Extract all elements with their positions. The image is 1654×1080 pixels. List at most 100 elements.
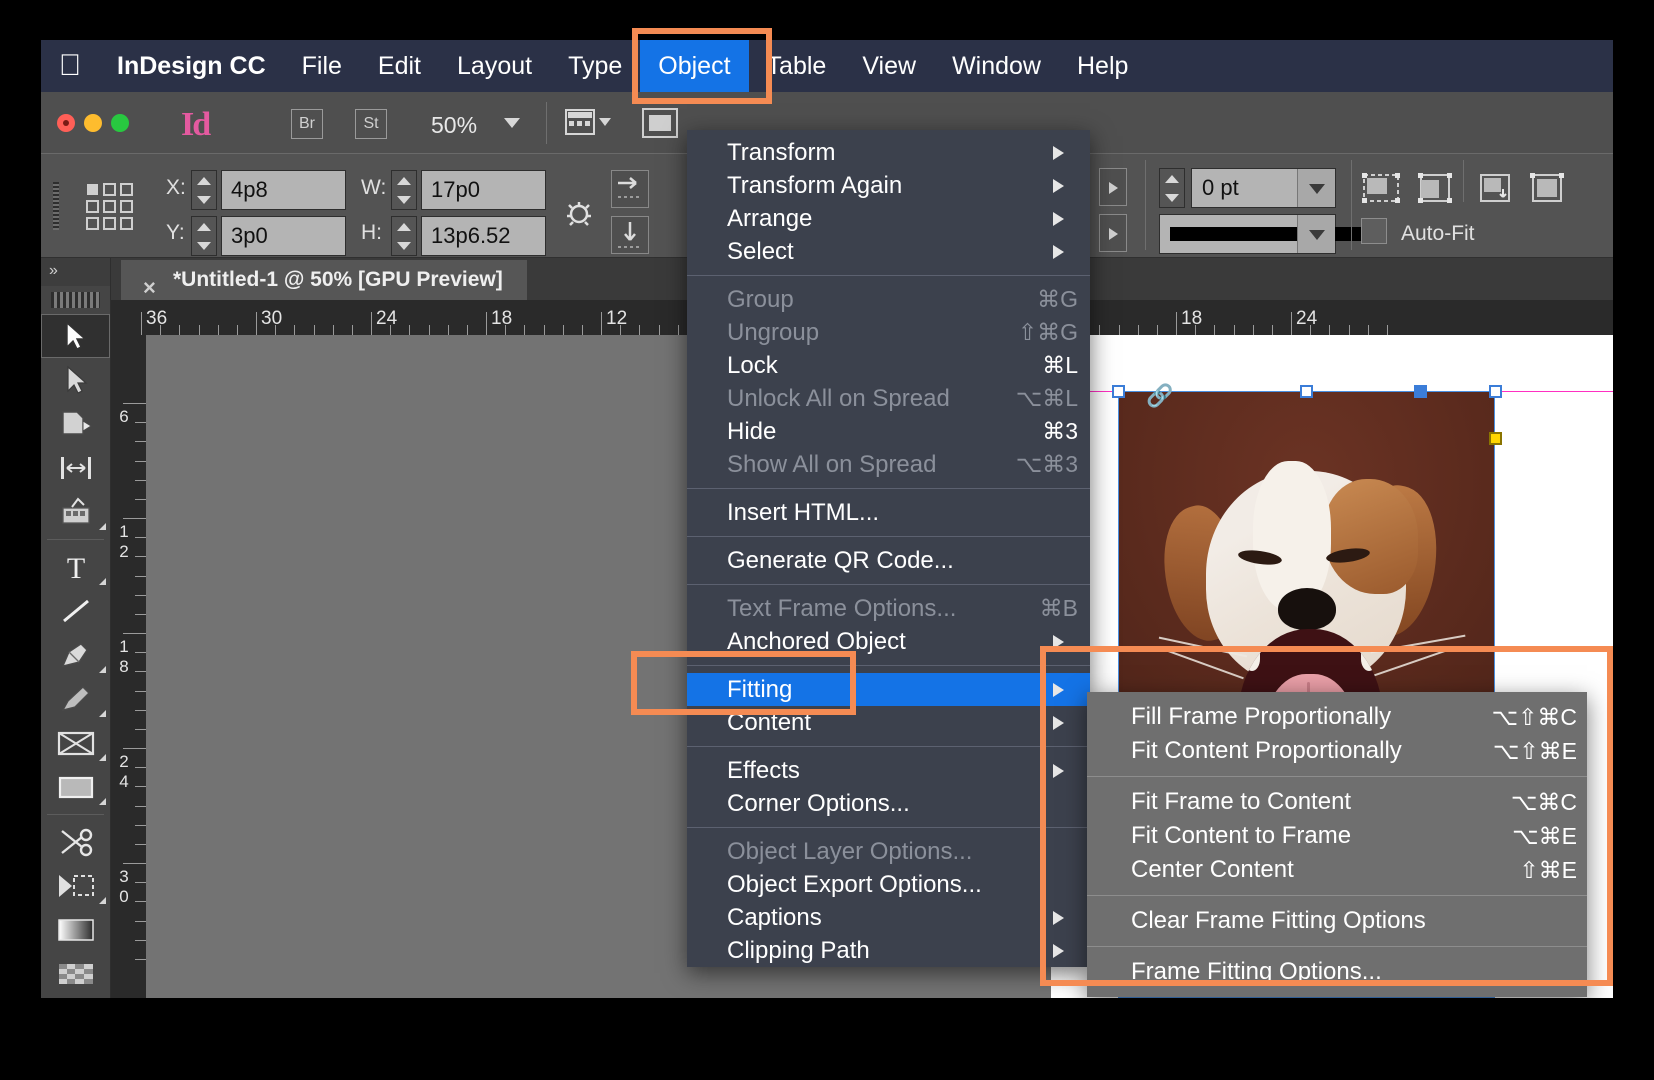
flip-horizontal-icon[interactable] <box>611 170 649 208</box>
fit-content-to-frame-icon[interactable] <box>1528 172 1568 204</box>
tools-panel-gripper[interactable] <box>51 292 100 308</box>
flip-vertical-icon[interactable] <box>611 216 649 254</box>
tool-flyout-indicator-icon[interactable] <box>99 523 106 530</box>
apple-logo-icon[interactable]:  <box>41 51 99 81</box>
chevron-down-icon[interactable] <box>1297 215 1335 253</box>
fitting-item-fit-content-to-frame[interactable]: Fit Content to Frame ⌥⌘E <box>1087 819 1587 853</box>
zoom-dropdown-caret-icon[interactable] <box>504 118 520 128</box>
stroke-style-dropdown[interactable] <box>1159 214 1370 254</box>
w-field[interactable]: 17p0 <box>421 170 546 210</box>
object-menu-item-corner-options[interactable]: Corner Options... <box>687 787 1090 820</box>
reference-point-selector[interactable] <box>85 182 135 232</box>
menu-help[interactable]: Help <box>1059 40 1146 92</box>
object-menu-item-hide[interactable]: Hide ⌘3 <box>687 415 1090 448</box>
object-menu-item-generate-qr-code[interactable]: Generate QR Code... <box>687 544 1090 577</box>
document-tab[interactable]: × *Untitled-1 @ 50% [GPU Preview] <box>121 260 527 300</box>
menu-layout[interactable]: Layout <box>439 40 550 92</box>
object-menu-item-captions[interactable]: Captions <box>687 901 1090 934</box>
stroke-weight-stepper[interactable] <box>1159 168 1185 208</box>
tool-page-tool[interactable] <box>41 402 110 446</box>
x-stepper[interactable] <box>191 170 217 210</box>
tool-direct-selection[interactable] <box>41 358 110 402</box>
object-menu-item-anchored-object[interactable]: Anchored Object <box>687 625 1090 658</box>
chevron-down-icon[interactable] <box>1297 169 1335 207</box>
menu-object[interactable]: Object <box>640 40 749 92</box>
screen-mode-icon[interactable] <box>565 106 611 140</box>
vertical-ruler[interactable]: 6 1 2 1 8 2 4 3 0 <box>111 335 146 998</box>
tool-free-transform[interactable] <box>41 864 110 908</box>
constrain-proportions-icon[interactable] <box>561 194 597 235</box>
tool-gradient-feather[interactable] <box>41 952 110 996</box>
tool-note[interactable] <box>41 996 110 998</box>
fitting-item-frame-fitting-options[interactable]: Frame Fitting Options... <box>1087 955 1587 989</box>
tools-collapse-button[interactable]: » <box>41 258 110 286</box>
tool-gradient-swatch[interactable] <box>41 908 110 952</box>
object-menu-item-object-export-options[interactable]: Object Export Options... <box>687 868 1090 901</box>
stroke-swatch-menu-button[interactable] <box>1099 214 1127 252</box>
tool-flyout-indicator-icon[interactable] <box>99 710 106 717</box>
tool-flyout-indicator-icon[interactable] <box>99 897 106 904</box>
tool-flyout-indicator-icon[interactable] <box>99 754 106 761</box>
tool-scissors[interactable] <box>41 820 110 864</box>
object-menu-item-transform[interactable]: Transform <box>687 136 1090 169</box>
object-menu-item-arrange[interactable]: Arrange <box>687 202 1090 235</box>
object-menu-item-content[interactable]: Content <box>687 706 1090 739</box>
frame-preview-icon[interactable] <box>641 106 687 140</box>
fitting-submenu[interactable]: Fill Frame Proportionally ⌥⇧⌘C Fit Content… <box>1087 692 1587 997</box>
panel-gripper[interactable] <box>53 182 59 230</box>
tool-flyout-indicator-icon[interactable] <box>99 666 106 673</box>
close-window-button[interactable] <box>57 114 75 132</box>
fill-swatch-menu-button[interactable] <box>1099 168 1127 206</box>
fitting-item-center-content[interactable]: Center Content ⇧⌘E <box>1087 853 1587 887</box>
selection-handle-top-right[interactable] <box>1489 385 1502 398</box>
auto-fit-checkbox[interactable] <box>1361 218 1387 244</box>
tool-rectangle-frame[interactable] <box>41 721 110 765</box>
h-field[interactable]: 13p6.52 <box>421 216 546 256</box>
menu-view[interactable]: View <box>844 40 934 92</box>
tool-flyout-indicator-icon[interactable] <box>99 578 106 585</box>
tool-gap[interactable] <box>41 446 110 490</box>
tool-pencil[interactable] <box>41 677 110 721</box>
object-menu-item-lock[interactable]: Lock ⌘L <box>687 349 1090 382</box>
object-menu-item-fitting[interactable]: Fitting <box>687 673 1090 706</box>
fitting-item-fill-frame-proportionally[interactable]: Fill Frame Proportionally ⌥⇧⌘C <box>1087 700 1587 734</box>
menu-table[interactable]: Table <box>749 40 845 92</box>
menu-indesign-cc[interactable]: InDesign CC <box>99 40 284 92</box>
menu-file[interactable]: File <box>284 40 360 92</box>
fitting-item-fit-frame-to-content[interactable]: Fit Frame to Content ⌥⌘C <box>1087 785 1587 819</box>
y-stepper[interactable] <box>191 216 217 256</box>
menu-edit[interactable]: Edit <box>360 40 439 92</box>
selection-handle-active[interactable] <box>1414 385 1427 398</box>
fitting-item-fit-content-proportionally[interactable]: Fit Content Proportionally ⌥⇧⌘E <box>1087 734 1587 768</box>
y-field[interactable]: 3p0 <box>221 216 346 256</box>
minimize-window-button[interactable] <box>84 114 102 132</box>
fill-frame-proportionally-icon[interactable] <box>1416 172 1456 204</box>
tool-flyout-indicator-icon[interactable] <box>99 798 106 805</box>
tool-rectangle[interactable] <box>41 765 110 809</box>
zoom-level-value[interactable]: 50% <box>431 112 477 139</box>
tool-content-collector[interactable] <box>41 490 110 534</box>
fit-frame-to-content-icon[interactable] <box>1476 172 1516 204</box>
corner-options-handle[interactable] <box>1489 432 1502 445</box>
object-menu-item-clipping-path[interactable]: Clipping Path <box>687 934 1090 967</box>
object-menu-item-select[interactable]: Select <box>687 235 1090 268</box>
stroke-weight-dropdown[interactable]: 0 pt <box>1191 168 1336 208</box>
menu-window[interactable]: Window <box>934 40 1059 92</box>
object-menu-item-insert-html[interactable]: Insert HTML... <box>687 496 1090 529</box>
object-menu-item-transform-again[interactable]: Transform Again <box>687 169 1090 202</box>
tool-selection[interactable] <box>41 314 110 358</box>
stock-button[interactable]: St <box>355 109 387 139</box>
tool-pen[interactable] <box>41 633 110 677</box>
x-field[interactable]: 4p8 <box>221 170 346 210</box>
link-badge-icon[interactable]: 🔗 <box>1146 383 1173 409</box>
tool-line[interactable] <box>41 589 110 633</box>
selection-handle-top-center[interactable] <box>1300 385 1313 398</box>
bridge-button[interactable]: Br <box>291 109 323 139</box>
fit-content-proportionally-icon[interactable] <box>1361 172 1401 204</box>
w-stepper[interactable] <box>391 170 417 210</box>
fitting-item-clear-frame-fitting-options[interactable]: Clear Frame Fitting Options <box>1087 904 1587 938</box>
zoom-window-button[interactable] <box>111 114 129 132</box>
menu-type[interactable]: Type <box>550 40 640 92</box>
object-dropdown-menu[interactable]: Transform Transform Again Arrange Select Gro… <box>687 130 1090 967</box>
h-stepper[interactable] <box>391 216 417 256</box>
